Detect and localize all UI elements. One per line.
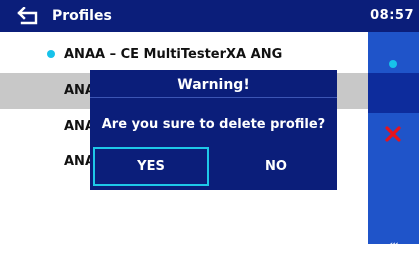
- x-icon: [385, 126, 401, 142]
- dialog-message: Are you sure to delete profile?: [101, 117, 326, 132]
- clock: 08:57: [370, 8, 414, 23]
- profile-label: ANAA – CE MultiTesterXA ANG: [64, 47, 283, 62]
- active-profile-dot-icon: [47, 50, 55, 58]
- yes-button[interactable]: YES: [93, 147, 209, 186]
- warning-dialog: Warning! Are you sure to delete profile?…: [90, 70, 337, 190]
- side-toolbar: ‹‹‹: [368, 32, 419, 250]
- top-bar: Profiles 08:57: [0, 0, 419, 32]
- no-button[interactable]: NO: [218, 147, 334, 186]
- dialog-divider: [90, 97, 337, 98]
- dialog-title: Warning!: [177, 77, 250, 93]
- list-item[interactable]: ANAA – CE MultiTesterXA ANG: [0, 37, 368, 73]
- more-arrows-icon: ‹‹‹: [389, 240, 398, 250]
- dot-icon: [389, 60, 397, 68]
- select-profile-button[interactable]: [368, 73, 419, 113]
- page-title: Profiles: [52, 8, 112, 24]
- back-arrow-icon[interactable]: [17, 7, 41, 25]
